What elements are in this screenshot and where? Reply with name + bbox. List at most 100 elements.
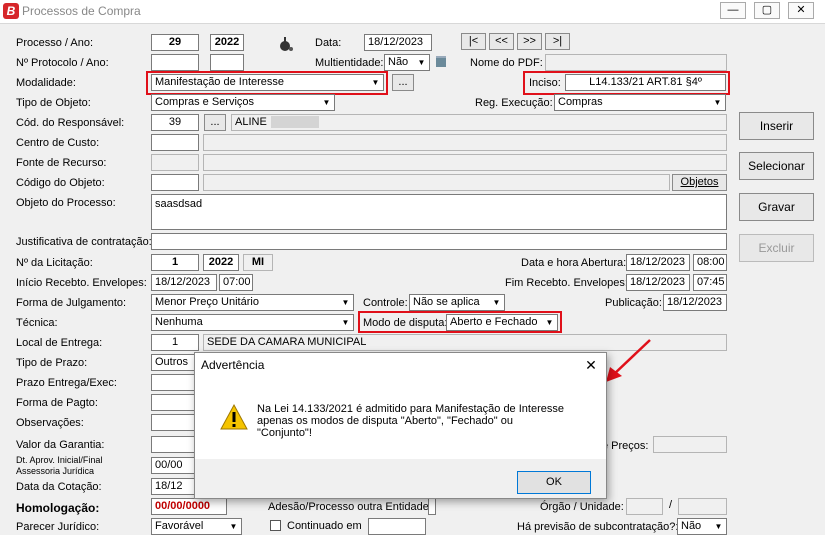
modo-disputa-select[interactable]: Aberto e Fechado ▼ [446, 314, 558, 331]
ok-button[interactable]: OK [517, 471, 591, 494]
nome-pdf-label: Nome do PDF: [470, 57, 543, 69]
maximize-button[interactable]: ▢ [754, 2, 780, 19]
reg-execucao-select[interactable]: Compras ▼ [554, 94, 726, 111]
forma-julgamento-label: Forma de Julgamento: [16, 297, 127, 309]
red-arrow-annotation [606, 339, 651, 382]
objeto-processo-textarea[interactable]: saasdsad [151, 194, 727, 230]
observacoes-field[interactable] [151, 414, 199, 431]
excluir-button[interactable]: Excluir [739, 234, 814, 262]
data-abertura-label: Data e hora Abertura: [521, 257, 627, 269]
modalidade-label: Modalidade: [16, 77, 76, 89]
codigo-objeto-field[interactable] [151, 174, 199, 191]
processo-numero-field[interactable]: 29 [151, 34, 199, 51]
inserir-button[interactable]: Inserir [739, 112, 814, 140]
codigo-objeto-nome-field [203, 174, 670, 191]
database-icon[interactable] [433, 53, 449, 69]
dialog-close-button[interactable]: ✕ [580, 355, 602, 375]
modo-disputa-value: Aberto e Fechado [450, 316, 538, 328]
parecer-label: Parecer Jurídico: [16, 521, 100, 533]
fim-receb-data-field[interactable]: 18/12/2023 [626, 274, 690, 291]
dt-aprov-label: Dt. Aprov. Inicial/Final [16, 455, 103, 465]
window-title: Processos de Compra [22, 4, 141, 18]
chevron-down-icon: ▼ [341, 298, 350, 307]
tipo-objeto-select[interactable]: Compras e Serviços ▼ [151, 94, 335, 111]
forma-pagto-field[interactable] [151, 394, 199, 411]
selecionar-button[interactable]: Selecionar [739, 152, 814, 180]
controle-select[interactable]: Não se aplica ▼ [409, 294, 505, 311]
orgao-field [626, 498, 663, 515]
continuado-checkbox[interactable] [270, 520, 281, 531]
chevron-down-icon: ▼ [371, 78, 380, 87]
minimize-button[interactable]: — [720, 2, 746, 19]
warning-dialog: Advertência ✕ Na Lei 14.133/2021 é admit… [194, 352, 607, 499]
gravar-button[interactable]: Gravar [739, 193, 814, 221]
objetos-button[interactable]: Objetos [672, 174, 727, 191]
close-window-button[interactable]: ✕ [788, 2, 814, 19]
forma-julgamento-select[interactable]: Menor Preço Unitário ▼ [151, 294, 354, 311]
protocolo-ano-field[interactable] [210, 54, 244, 71]
multientidade-value: Não [388, 56, 409, 68]
inciso-label: Inciso: [529, 77, 561, 89]
chevron-down-icon: ▼ [545, 318, 554, 327]
data-cotacao-label: Data da Cotação: [16, 481, 102, 493]
fim-receb-hora-field[interactable]: 07:45 [693, 274, 727, 291]
data-field[interactable]: 18/12/2023 [364, 34, 432, 51]
tipo-prazo-label: Tipo de Prazo: [16, 357, 88, 369]
reg-execucao-label: Reg. Execução: [475, 97, 553, 109]
search-process-icon[interactable] [276, 36, 294, 52]
inicio-receb-hora-field[interactable]: 07:00 [219, 274, 253, 291]
homologacao-label: Homologação: [16, 501, 100, 515]
prazo-entrega-field[interactable] [151, 374, 199, 391]
responsavel-more-button[interactable]: ... [204, 114, 226, 131]
nav-next-button[interactable]: >> [517, 33, 542, 50]
valor-garantia-field[interactable] [151, 436, 199, 453]
nav-prev-button[interactable]: << [489, 33, 514, 50]
modo-disputa-label: Modo de disputa: [363, 317, 448, 329]
justificativa-field[interactable] [151, 233, 727, 250]
protocolo-numero-field[interactable] [151, 54, 199, 71]
multientidade-select[interactable]: Não ▼ [384, 54, 430, 71]
objeto-processo-label: Objeto do Processo: [16, 197, 116, 209]
assessoria-label: Assessoria Jurídica [16, 466, 95, 476]
controle-label: Controle: [363, 297, 408, 309]
licitacao-numero-field[interactable]: 1 [151, 254, 199, 271]
protocolo-label: Nº Protocolo / Ano: [16, 57, 109, 69]
previsao-value: Não [681, 520, 702, 532]
abertura-data-field[interactable]: 18/12/2023 [626, 254, 690, 271]
chevron-down-icon: ▼ [341, 318, 350, 327]
local-entrega-codigo-field[interactable]: 1 [151, 334, 199, 351]
inicio-receb-data-field[interactable]: 18/12/2023 [151, 274, 217, 291]
nome-pdf-field[interactable] [545, 54, 727, 71]
centro-custo-codigo-field[interactable] [151, 134, 199, 151]
dialog-message-line1: Na Lei 14.133/2021 é admitido para Manif… [257, 403, 564, 415]
multientidade-label: Multientidade: [315, 57, 384, 69]
processo-ano-field[interactable]: 2022 [210, 34, 244, 51]
inciso-field[interactable]: L14.133/21 ART.81 §4º [565, 74, 726, 91]
responsavel-codigo-field[interactable]: 39 [151, 114, 199, 131]
nav-first-button[interactable]: |< [461, 33, 486, 50]
dt-aprov-field[interactable]: 00/00 [151, 457, 199, 474]
abertura-hora-field[interactable]: 08:00 [693, 254, 727, 271]
warning-icon [220, 403, 248, 430]
licitacao-ano-field[interactable]: 2022 [203, 254, 239, 271]
responsavel-label: Cód. do Responsável: [16, 117, 125, 129]
chevron-down-icon: ▼ [322, 98, 331, 107]
tecnica-select[interactable]: Nenhuma ▼ [151, 314, 354, 331]
controle-value: Não se aplica [413, 296, 480, 308]
modalidade-more-button[interactable]: ... [392, 74, 414, 91]
data-cotacao-field[interactable]: 18/12 [151, 478, 199, 495]
redacted-block [270, 116, 319, 129]
prazo-entrega-label: Prazo Entrega/Exec: [16, 377, 117, 389]
nav-last-button[interactable]: >| [545, 33, 570, 50]
licitacao-label: Nº da Licitação: [16, 257, 93, 269]
justificativa-label: Justificativa de contratação: [16, 236, 152, 248]
publicacao-field[interactable]: 18/12/2023 [663, 294, 727, 311]
adesao-checkbox[interactable] [428, 498, 436, 515]
modalidade-value: Manifestação de Interesse [155, 76, 285, 88]
forma-pagto-label: Forma de Pagto: [16, 397, 98, 409]
homologacao-field[interactable]: 00/00/0000 [151, 498, 227, 515]
tipo-prazo-field[interactable]: Outros [151, 354, 199, 371]
modalidade-select[interactable]: Manifestação de Interesse ▼ [151, 74, 384, 91]
processo-label: Processo / Ano: [16, 37, 94, 49]
fonte-recurso-codigo-field[interactable] [151, 154, 199, 171]
